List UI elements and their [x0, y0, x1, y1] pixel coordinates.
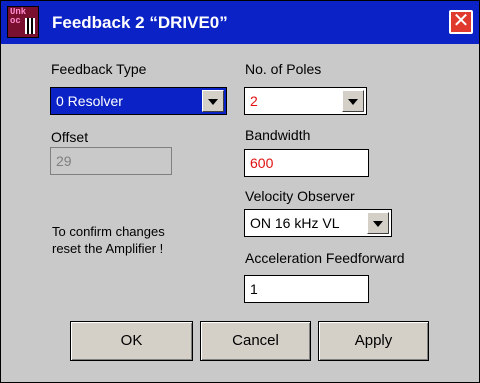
- velocity-observer-select[interactable]: ON 16 kHz VL: [244, 209, 392, 237]
- offset-value: 29: [56, 153, 72, 169]
- app-icon: Unk oc: [7, 6, 39, 38]
- confirm-note-line2: reset the Amplifier !: [52, 241, 164, 256]
- dialog-title: Feedback 2 “DRIVE0”: [52, 13, 228, 32]
- velocity-observer-label: Velocity Observer: [245, 188, 355, 204]
- offset-label: Offset: [51, 129, 89, 145]
- chevron-down-icon[interactable]: [202, 90, 224, 112]
- confirm-note-line1: To confirm changes: [52, 224, 165, 239]
- accel-ff-value: 1: [250, 281, 258, 297]
- close-button[interactable]: ✕: [449, 10, 473, 34]
- feedback-dialog: Unk oc Feedback 2 “DRIVE0” ✕ Feedback Typ…: [0, 0, 480, 383]
- accel-ff-field[interactable]: 1: [244, 275, 369, 303]
- cancel-button[interactable]: Cancel: [200, 321, 311, 361]
- title-bar[interactable]: Unk oc Feedback 2 “DRIVE0” ✕: [1, 1, 479, 44]
- bandwidth-label: Bandwidth: [245, 127, 311, 143]
- apply-button[interactable]: Apply: [318, 321, 429, 361]
- feedback-type-select[interactable]: 0 Resolver: [50, 87, 227, 115]
- ok-button[interactable]: OK: [70, 321, 193, 361]
- offset-field: 29: [50, 147, 172, 175]
- poles-label: No. of Poles: [245, 61, 322, 77]
- chevron-down-icon[interactable]: [367, 212, 389, 234]
- poles-value: 2: [250, 93, 258, 109]
- feedback-type-value: 0 Resolver: [56, 93, 123, 109]
- close-icon: ✕: [452, 10, 470, 32]
- chevron-down-icon[interactable]: [342, 90, 364, 112]
- accel-ff-label: Acceleration Feedforward: [245, 250, 405, 266]
- velocity-observer-value: ON 16 kHz VL: [250, 215, 340, 231]
- feedback-type-label: Feedback Type: [51, 61, 147, 77]
- bandwidth-value: 600: [250, 155, 274, 171]
- bandwidth-field[interactable]: 600: [244, 149, 369, 177]
- poles-select[interactable]: 2: [244, 87, 367, 115]
